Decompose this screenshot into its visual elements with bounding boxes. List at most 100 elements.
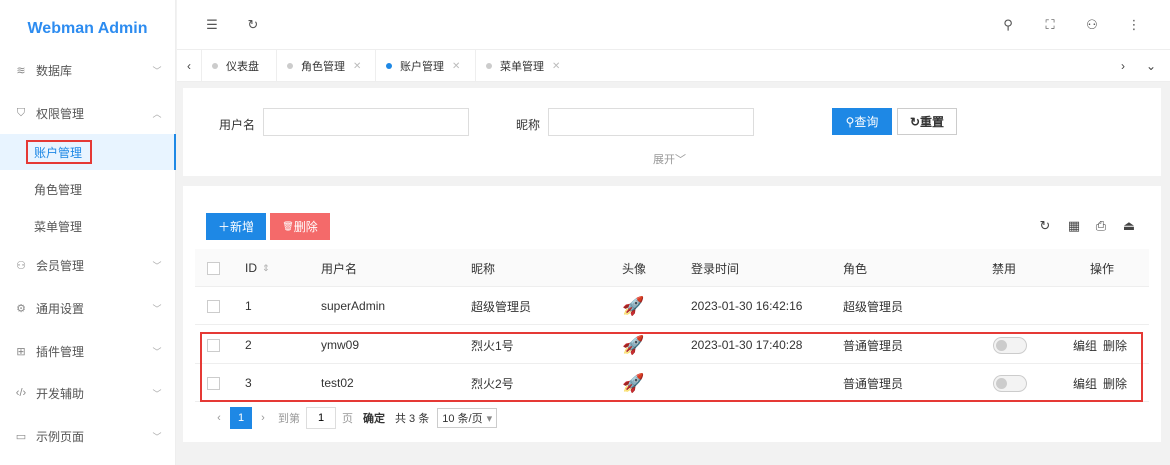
delete-button-label: 删除 (293, 220, 318, 234)
tabs-bar: ‹ 仪表盘 角色管理 ✕ 账户管理 ✕ 菜单管理 ✕ › ⌄ (177, 50, 1170, 82)
columns-icon[interactable]: ▦ (1065, 217, 1083, 235)
sidebar-item-general-settings[interactable]: ⚙ 通用设置 ﹀ (0, 290, 176, 326)
cell-id: 1 (245, 299, 252, 313)
column-header-actions: 操作 (1090, 261, 1115, 276)
tab-dashboard[interactable]: 仪表盘 (201, 50, 269, 82)
delete-button[interactable]: 🗑 删除 (270, 213, 330, 240)
search-panel: 用户名 昵称 ⚲ 查询 ↻ 重置 展开﹀ (183, 88, 1161, 176)
fullscreen-icon[interactable]: ⛶ (1041, 16, 1059, 34)
reset-button-label: 重置 (920, 115, 945, 129)
sidebar-item-database[interactable]: ≋ 数据库 ﹀ (0, 52, 176, 88)
sidebar-subitem-menus[interactable]: 菜单管理 (0, 208, 176, 244)
sidebar-item-label: 数据库 (36, 63, 73, 78)
column-header-label: ID (245, 261, 257, 275)
print-icon[interactable]: ⎙ (1092, 217, 1110, 235)
sidebar-item-label: 开发辅助 (36, 386, 85, 401)
export-icon[interactable]: ⏏ (1120, 217, 1138, 235)
more-icon[interactable]: ⋮ (1125, 16, 1143, 34)
tab-roles[interactable]: 角色管理 ✕ (276, 50, 371, 82)
user-icon[interactable]: ⚇ (1083, 16, 1101, 34)
tab-dot (486, 63, 492, 69)
tabs-dropdown-icon[interactable]: ⌄ (1139, 50, 1163, 82)
refresh-icon[interactable]: ↻ (1036, 217, 1054, 235)
tab-label: 仪表盘 (226, 61, 259, 73)
query-button[interactable]: ⚲ 查询 (832, 108, 892, 135)
nickname-input[interactable] (548, 108, 754, 136)
trash-icon: 🗑 (282, 221, 294, 231)
column-header-avatar: 头像 (622, 261, 647, 276)
nickname-label: 昵称 (516, 118, 541, 132)
column-header-disabled: 禁用 (992, 261, 1017, 276)
search-icon[interactable]: ⚲ (999, 16, 1017, 34)
chevron-down-icon: ﹀ (152, 346, 162, 357)
rocket-avatar-icon: 🚀 (622, 295, 645, 316)
tabs-prev-icon[interactable]: ‹ (177, 50, 201, 82)
table-header-row: ID ⇕ 用户名 昵称 头像 登录时间 角色 禁用 操作 (195, 249, 1149, 287)
sort-icon[interactable]: ⇕ (262, 263, 270, 274)
prev-page-icon[interactable]: ‹ (208, 407, 230, 429)
plugin-icon: ⊞ (16, 345, 26, 358)
table-panel: ＋新增 🗑 删除 ↻ ▦ ⎙ ⏏ ID ⇕ 用户名 昵称 头像 登录时间 角色 禁… (183, 186, 1161, 442)
expand-label: 展开 (653, 154, 675, 166)
sidebar-item-examples[interactable]: ▭ 示例页面 ﹀ (0, 418, 176, 454)
chevron-down-icon: ﹀ (152, 388, 162, 399)
refresh-icon[interactable]: ↻ (244, 16, 262, 34)
sidebar-item-members[interactable]: ⚇ 会员管理 ﹀ (0, 247, 176, 283)
user-icon: ⚇ (16, 259, 26, 272)
close-icon[interactable]: ✕ (353, 61, 361, 72)
search-icon: ⚲ (845, 114, 855, 129)
sidebar-item-dev-tools[interactable]: ‹/› 开发辅助 ﹀ (0, 375, 176, 411)
sidebar: Webman Admin ≋ 数据库 ﹀ ⛉ 权限管理 ︿ 账户管理 角色管理 … (0, 0, 176, 465)
tab-dot (212, 63, 218, 69)
chevron-down-icon: ﹀ (152, 303, 162, 314)
close-icon[interactable]: ✕ (452, 61, 460, 72)
username-label: 用户名 (219, 118, 256, 132)
collapse-menu-icon[interactable]: ☰ (203, 16, 221, 34)
add-button[interactable]: ＋新增 (206, 213, 266, 240)
tab-label: 角色管理 (301, 61, 345, 73)
sidebar-item-label: 示例页面 (36, 429, 85, 444)
total-count: 共 3 条 (395, 413, 430, 425)
rows-highlight-box (200, 332, 1143, 402)
sidebar-item-label: 权限管理 (36, 106, 85, 121)
page-number-current[interactable]: 1 (230, 407, 252, 429)
goto-page-input[interactable] (306, 407, 336, 429)
page-size-select[interactable]: 10 条/页 ▾ (437, 408, 498, 428)
tab-accounts[interactable]: 账户管理 ✕ (375, 50, 470, 82)
goto-confirm-button[interactable]: 确定 (363, 410, 385, 426)
sidebar-item-label: 插件管理 (36, 344, 85, 359)
chevron-up-icon: ︿ (152, 108, 162, 119)
tab-label: 菜单管理 (500, 61, 544, 73)
app-title: Webman Admin (27, 20, 148, 37)
sidebar-item-label: 会员管理 (36, 258, 85, 273)
chevron-down-icon: ▾ (486, 412, 493, 425)
shield-icon: ⛉ (16, 106, 26, 119)
close-icon[interactable]: ✕ (552, 61, 560, 72)
username-input[interactable] (263, 108, 469, 136)
page-unit-label: 页 (342, 413, 353, 425)
expand-toggle[interactable]: 展开﹀ (653, 151, 686, 167)
sidebar-item-plugins[interactable]: ⊞ 插件管理 ﹀ (0, 333, 176, 369)
chevron-down-icon: ﹀ (675, 154, 686, 166)
column-header-id[interactable]: ID ⇕ (245, 249, 270, 287)
tabs-next-icon[interactable]: › (1111, 50, 1135, 82)
chevron-down-icon: ﹀ (152, 65, 162, 76)
chevron-down-icon: ﹀ (152, 260, 162, 271)
database-icon: ≋ (16, 64, 26, 77)
next-page-icon[interactable]: › (252, 407, 274, 429)
column-header-username: 用户名 (321, 261, 358, 276)
reset-button[interactable]: ↻ 重置 (897, 108, 957, 135)
column-header-login-time: 登录时间 (691, 261, 740, 276)
tab-menus[interactable]: 菜单管理 ✕ (475, 50, 570, 82)
tab-label: 账户管理 (400, 61, 444, 73)
sidebar-item-permissions[interactable]: ⛉ 权限管理 ︿ (0, 95, 176, 131)
select-all-checkbox[interactable] (207, 249, 220, 287)
cell-role: 超级管理员 (843, 299, 904, 314)
pagination: ‹ 1 › 到第 页 确定 共 3 条 10 条/页 ▾ (208, 406, 498, 430)
column-header-nickname: 昵称 (471, 261, 496, 276)
row-checkbox[interactable] (207, 287, 220, 325)
active-item-highlight (26, 140, 92, 164)
column-header-role: 角色 (843, 261, 868, 276)
goto-label: 到第 (278, 413, 300, 425)
sidebar-subitem-roles[interactable]: 角色管理 (0, 171, 176, 207)
